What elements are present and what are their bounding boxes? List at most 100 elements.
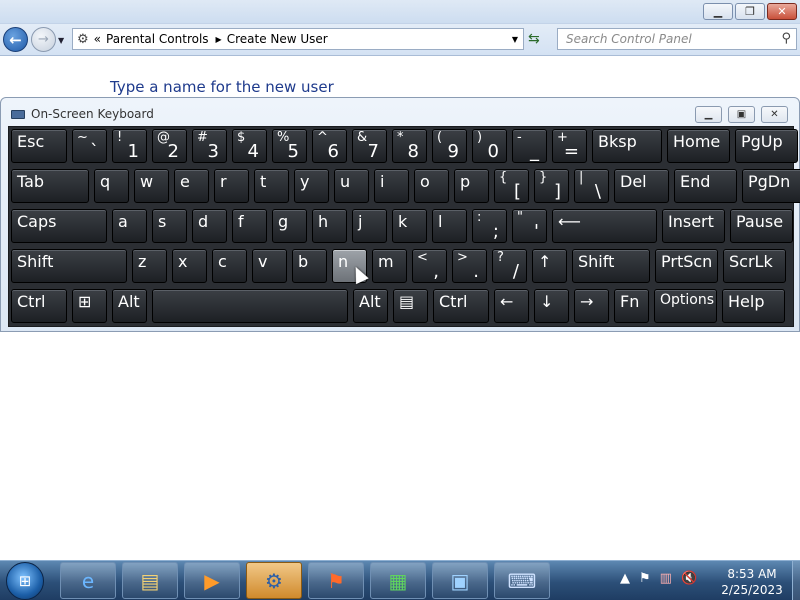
windows-start-icon[interactable]: ⊞	[6, 562, 44, 600]
key-fn[interactable]: Fn	[614, 289, 649, 323]
key-symbol[interactable]: :;:;	[472, 209, 507, 243]
key-0[interactable]: )0)0	[472, 129, 507, 163]
windows-flag-icon[interactable]: ⚑	[308, 562, 364, 599]
key-c[interactable]: c	[212, 249, 247, 283]
show-hidden-icons[interactable]: ▲	[620, 571, 630, 586]
key-esc[interactable]: Esc	[11, 129, 67, 163]
key-h[interactable]: h	[312, 209, 347, 243]
key-prtscn[interactable]: PrtScn	[655, 249, 718, 283]
forward-arrow-icon[interactable]: →	[31, 27, 56, 52]
key-p[interactable]: p	[454, 169, 489, 203]
key-w[interactable]: w	[134, 169, 169, 203]
back-arrow-icon[interactable]: ←	[3, 27, 28, 52]
key-alt[interactable]: Alt	[112, 289, 147, 323]
close-icon[interactable]: ✕	[767, 3, 797, 20]
key-ctrl[interactable]: Ctrl	[433, 289, 489, 323]
key-x[interactable]: x	[172, 249, 207, 283]
key-home[interactable]: Home	[667, 129, 730, 163]
key-9[interactable]: (9(9	[432, 129, 467, 163]
key-2[interactable]: @2@2	[152, 129, 187, 163]
breadcrumb-parental-controls[interactable]: Parental Controls	[106, 32, 209, 46]
key-symbol[interactable]: ?/?/	[492, 249, 527, 283]
key-symbol[interactable]: <,<,	[412, 249, 447, 283]
key-options[interactable]: Options	[654, 289, 717, 323]
key-v[interactable]: v	[252, 249, 287, 283]
key-z[interactable]: z	[132, 249, 167, 283]
breadcrumb-chevron-icon[interactable]: ▶	[216, 35, 222, 44]
key-i[interactable]: i	[374, 169, 409, 203]
key-shift[interactable]: Shift	[11, 249, 127, 283]
key-b[interactable]: b	[292, 249, 327, 283]
key-q[interactable]: q	[94, 169, 129, 203]
key-symbol[interactable]: {[{[	[494, 169, 529, 203]
key-symbol[interactable]: >.>.	[452, 249, 487, 283]
network-icon[interactable]: ▣	[432, 562, 488, 599]
key-pgdn[interactable]: PgDn	[742, 169, 800, 203]
key-3[interactable]: #3#3	[192, 129, 227, 163]
key-4[interactable]: $4$4	[232, 129, 267, 163]
key-u[interactable]: u	[334, 169, 369, 203]
osk-close-icon[interactable]: ✕	[761, 106, 788, 123]
key-1[interactable]: !1!1	[112, 129, 147, 163]
show-desktop-button[interactable]	[792, 561, 800, 600]
key-del[interactable]: Del	[614, 169, 669, 203]
refresh-icon[interactable]: ⇆	[528, 31, 540, 47]
key-pgup[interactable]: PgUp	[735, 129, 798, 163]
key-a[interactable]: a	[112, 209, 147, 243]
key-menu-icon[interactable]: ▤	[393, 289, 428, 323]
key-symbol[interactable]: "'"'	[512, 209, 547, 243]
osk-maximize-icon[interactable]: ▣	[728, 106, 755, 123]
key-o[interactable]: o	[414, 169, 449, 203]
internet-explorer-icon[interactable]: e	[60, 562, 116, 599]
address-overflow[interactable]: «	[94, 32, 101, 46]
key-right-arrow-icon[interactable]: →	[574, 289, 609, 323]
key-y[interactable]: y	[294, 169, 329, 203]
key-g[interactable]: g	[272, 209, 307, 243]
key-l[interactable]: l	[432, 209, 467, 243]
media-player-icon[interactable]: ▶	[184, 562, 240, 599]
key-s[interactable]: s	[152, 209, 187, 243]
recent-pages-chevron-icon[interactable]: ▼	[58, 36, 64, 45]
on-screen-keyboard-icon[interactable]: ⌨	[494, 562, 550, 599]
key-shift[interactable]: Shift	[572, 249, 650, 283]
key-pause[interactable]: Pause	[730, 209, 793, 243]
key-r[interactable]: r	[214, 169, 249, 203]
key-help[interactable]: Help	[722, 289, 785, 323]
maximize-icon[interactable]: ❐	[735, 3, 765, 20]
key-symbol[interactable]: |\|\	[574, 169, 609, 203]
minimize-icon[interactable]: ▁	[703, 3, 733, 20]
osk-minimize-icon[interactable]: ▁	[695, 106, 722, 123]
control-panel-icon[interactable]: ⚙	[246, 562, 302, 599]
key-t[interactable]: t	[254, 169, 289, 203]
key-up-arrow-icon[interactable]: ↑	[532, 249, 567, 283]
breadcrumb-create-new-user[interactable]: Create New User	[227, 32, 328, 46]
key-bksp[interactable]: Bksp	[592, 129, 662, 163]
key-symbol[interactable]: -_-_	[512, 129, 547, 163]
search-icon[interactable]: ⚲	[781, 31, 791, 46]
key-6[interactable]: ^6^6	[312, 129, 347, 163]
key-scrlk[interactable]: ScrLk	[723, 249, 786, 283]
key-d[interactable]: d	[192, 209, 227, 243]
clock[interactable]: 8:53 AM 2/25/2023	[718, 566, 786, 598]
key-symbol[interactable]: ~`~`	[72, 129, 107, 163]
key-windows-icon[interactable]: ⊞	[72, 289, 107, 323]
key-k[interactable]: k	[392, 209, 427, 243]
key-tab[interactable]: Tab	[11, 169, 89, 203]
key-end[interactable]: End	[674, 169, 737, 203]
key-m[interactable]: m	[372, 249, 407, 283]
key-symbol[interactable]: }]}]	[534, 169, 569, 203]
key-j[interactable]: j	[352, 209, 387, 243]
search-input[interactable]: Search Control Panel ⚲	[557, 28, 797, 50]
key-7[interactable]: &7&7	[352, 129, 387, 163]
key-f[interactable]: f	[232, 209, 267, 243]
key-alt[interactable]: Alt	[353, 289, 388, 323]
action-center-icon[interactable]: ⚑	[639, 571, 651, 586]
network-status-icon[interactable]: ▥	[660, 571, 672, 586]
key-insert[interactable]: Insert	[662, 209, 725, 243]
key-space[interactable]	[152, 289, 348, 323]
windows-explorer-icon[interactable]: ▤	[122, 562, 178, 599]
key-caps[interactable]: Caps	[11, 209, 107, 243]
volume-muted-icon[interactable]: 🔇	[681, 571, 697, 586]
key-8[interactable]: *8*8	[392, 129, 427, 163]
address-bar[interactable]: ⚙ « Parental Controls ▶ Create New User …	[72, 28, 524, 50]
